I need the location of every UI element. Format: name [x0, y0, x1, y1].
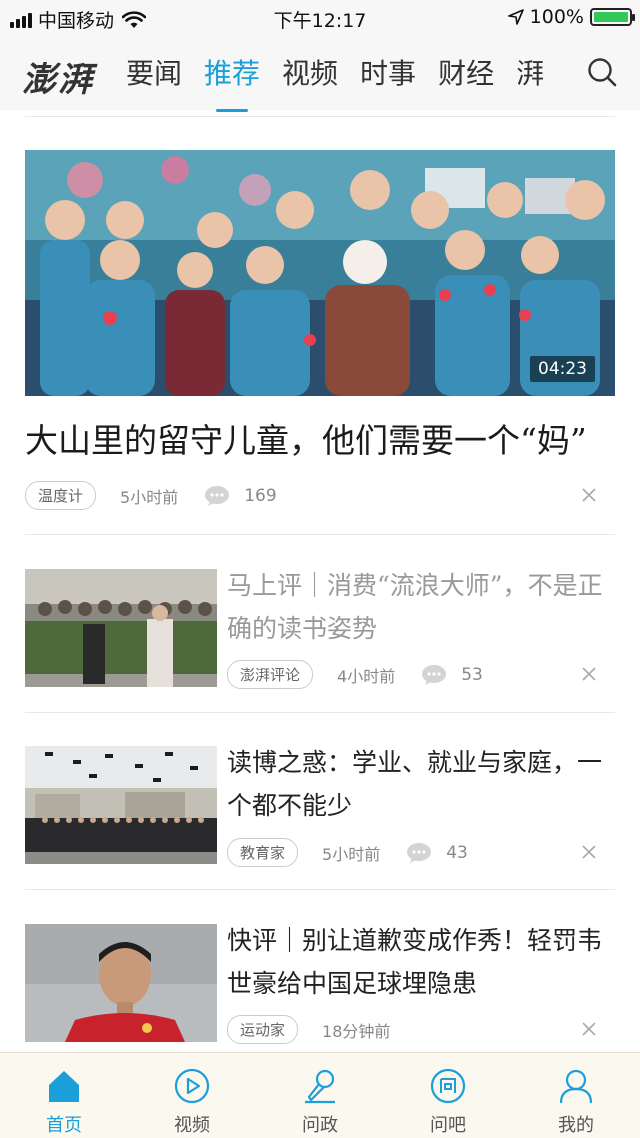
article-time: 4小时前	[337, 666, 396, 686]
hero-comment-count: 169	[244, 485, 277, 506]
tab-video[interactable]: 视频	[128, 1053, 256, 1138]
video-duration: 04:23	[530, 356, 595, 382]
battery-icon	[590, 8, 635, 26]
hero-time: 5小时前	[120, 487, 179, 507]
article-meta: 澎湃评论 4小时前 53	[227, 660, 483, 689]
divider	[25, 534, 615, 535]
comment-icon	[422, 664, 447, 685]
article-tag[interactable]: 教育家	[227, 838, 299, 867]
user-icon	[559, 1069, 593, 1104]
article-comment-count: 43	[446, 842, 468, 863]
battery-fill	[594, 12, 628, 22]
tab-profile[interactable]: 我的	[512, 1053, 640, 1138]
article-time: 18分钟前	[322, 1021, 391, 1041]
divider	[25, 116, 615, 117]
comment-icon	[407, 842, 432, 863]
bottom-tab-bar: 首页 视频 问政 问吧 我的	[0, 1052, 640, 1138]
tab-wenzheng[interactable]: 问政	[256, 1053, 384, 1138]
article-photo	[25, 924, 217, 1042]
dismiss-icon[interactable]	[581, 1021, 597, 1037]
article-tag[interactable]: 运动家	[227, 1015, 299, 1044]
article-photo	[25, 746, 217, 864]
article-title[interactable]: 马上评｜消费“流浪大师”，不是正确的读书姿势	[227, 564, 619, 650]
tab-label: 视频	[174, 1115, 210, 1136]
divider	[25, 889, 615, 890]
article-comment-count: 53	[461, 664, 483, 685]
status-bar: 中国移动 下午12:17 100%	[0, 0, 640, 36]
wenba-icon	[430, 1068, 466, 1104]
video-icon	[174, 1068, 210, 1104]
hero-meta: 温度计 5小时前 169	[25, 481, 277, 510]
tab-label: 问政	[302, 1115, 338, 1136]
article-thumbnail[interactable]	[25, 924, 217, 1042]
channel-tab[interactable]: 要闻	[126, 52, 182, 92]
tab-label: 我的	[558, 1115, 594, 1136]
dismiss-icon[interactable]	[581, 666, 597, 682]
article-title[interactable]: 快评｜别让道歉变成作秀！轻罚韦世豪给中国足球埋隐患	[227, 919, 619, 1005]
channel-tab[interactable]: 时事	[360, 52, 416, 92]
channel-tab[interactable]: 视频	[282, 52, 338, 92]
top-nav: 澎湃 要闻 推荐 视频 时事 财经湃	[0, 36, 640, 112]
article-thumbnail[interactable]	[25, 569, 217, 687]
status-right: 100%	[507, 6, 635, 28]
search-icon[interactable]	[586, 56, 618, 88]
tab-label: 问吧	[430, 1115, 466, 1136]
comment-icon	[205, 485, 230, 506]
hero-video-thumbnail[interactable]: 04:23	[25, 150, 615, 396]
dismiss-icon[interactable]	[581, 844, 597, 860]
location-icon	[507, 9, 524, 25]
hero-tag[interactable]: 温度计	[25, 481, 97, 510]
hero-photo	[25, 150, 615, 396]
tab-home[interactable]: 首页	[0, 1053, 128, 1138]
article-meta: 运动家 18分钟前	[227, 1015, 416, 1044]
article-time: 5小时前	[322, 844, 381, 864]
home-icon	[49, 1071, 79, 1102]
channel-tab[interactable]: 财经	[438, 52, 494, 92]
divider	[25, 712, 615, 713]
hero-title[interactable]: 大山里的留守儿童，他们需要一个“妈”	[25, 418, 615, 464]
article-meta: 教育家 5小时前 43	[227, 838, 468, 867]
article-title[interactable]: 读博之惑：学业、就业与家庭，一个都不能少	[227, 741, 619, 827]
app-logo[interactable]: 澎湃	[22, 52, 94, 101]
tab-wenba[interactable]: 问吧	[384, 1053, 512, 1138]
article-tag[interactable]: 澎湃评论	[227, 660, 314, 689]
article-photo	[25, 569, 217, 687]
channel-tabs: 要闻 推荐 视频 时事 财经湃	[126, 52, 566, 112]
microphone-icon	[305, 1069, 335, 1104]
channel-tab[interactable]: 湃	[516, 52, 544, 92]
article-thumbnail[interactable]	[25, 746, 217, 864]
dismiss-icon[interactable]	[581, 487, 597, 503]
battery-percent: 100%	[529, 6, 584, 28]
tab-label: 首页	[46, 1115, 82, 1136]
channel-tab[interactable]: 推荐	[204, 52, 260, 112]
